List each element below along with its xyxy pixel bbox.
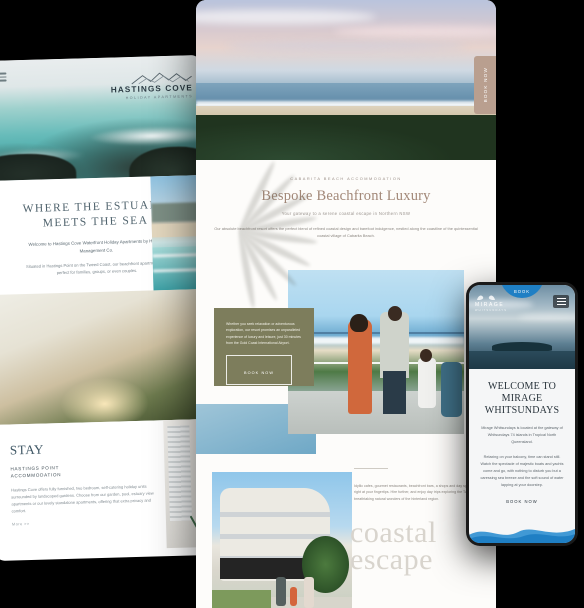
mirage-book-now-link[interactable]: BOOK NOW — [479, 499, 565, 504]
stay-body: Hastings Cove offers fully furnished, tw… — [10, 483, 154, 514]
phone-screen: MIRAGE WHITSUNDAYS BOOK WELCOME TO MIRAG… — [469, 285, 575, 543]
sun-flare — [60, 376, 150, 425]
stay-kicker-line2: ACCOMMODATION — [10, 472, 62, 479]
surf-line — [288, 337, 464, 344]
book-now-side-tab-label: BOOK NOW — [482, 67, 488, 103]
book-now-side-tab[interactable]: BOOK NOW — [474, 56, 496, 114]
person-figure — [441, 361, 463, 418]
estuary-heading-line1: WHERE THE ESTUARY — [22, 199, 168, 216]
estuary-section: WHERE THE ESTUARY MEETS THE SEA Welcome … — [0, 174, 208, 295]
balcony-rail — [288, 361, 464, 364]
olive-promo-text: Whether you seek relaxation or adventuro… — [226, 321, 301, 346]
stay-kicker-line1: HASTINGS POINT — [10, 464, 60, 472]
cabarita-hero-image: BOOK NOW — [196, 0, 496, 160]
hastings-cove-website-mockup[interactable]: HASTINGS COVE HOLIDAY APARTMENTS WHERE T… — [0, 55, 215, 561]
intro-blurb: Our absolute beachfront resort offers th… — [214, 226, 478, 239]
cloud — [334, 25, 496, 37]
coastal-escape-band: Idyllic cafes, gourmet restaurants, beac… — [196, 466, 496, 608]
estuary-body: Situated in Hastings Point on the Tweed … — [25, 260, 168, 276]
estuary-heading-line2: MEETS THE SEA — [42, 214, 149, 230]
mirage-whitsundays-phone-mockup[interactable]: MIRAGE WHITSUNDAYS BOOK WELCOME TO MIRAG… — [466, 282, 578, 546]
lawn — [212, 590, 271, 608]
person-figure — [388, 305, 403, 321]
book-now-button-label: BOOK NOW — [243, 371, 275, 376]
window-blind — [167, 425, 192, 522]
mirage-heading-line1: WELCOME TO — [487, 381, 556, 392]
intro-tagline: Your gateway to a serene coastal escape … — [281, 211, 411, 216]
stay-section: STAY HASTINGS POINT ACCOMMODATION Hastin… — [0, 418, 215, 554]
person-figure — [290, 587, 298, 607]
coastal-vegetation — [196, 115, 496, 160]
wave-graphic — [469, 519, 575, 543]
person-figure — [420, 348, 433, 362]
palm-frond-image — [0, 288, 212, 425]
hastings-cove-hero-image: HASTINGS COVE HOLIDAY APARTMENTS — [0, 55, 205, 182]
coastal-escape-paragraph: Idyllic cafes, gourmet restaurants, beac… — [354, 483, 482, 501]
person-figure — [379, 312, 410, 379]
book-now-button[interactable]: BOOK NOW — [226, 355, 292, 386]
intro-section: CABARITA BEACH ACCOMMODATION Bespoke Bea… — [196, 160, 496, 250]
hastings-cove-logo[interactable]: HASTINGS COVE HOLIDAY APARTMENTS — [110, 71, 193, 101]
book-button-label: BOOK — [513, 289, 531, 294]
person-figure — [276, 577, 287, 607]
person-figure — [418, 358, 436, 408]
olive-promo-card: Whether you seek relaxation or adventuro… — [214, 307, 314, 386]
hamburger-menu-icon[interactable] — [553, 295, 569, 308]
person-figure — [347, 319, 373, 415]
mirage-welcome-heading: WELCOME TO MIRAGE WHITSUNDAYS — [479, 381, 565, 417]
person-figure — [350, 314, 369, 333]
balcony-deck — [288, 391, 464, 434]
divider — [354, 467, 388, 469]
hamburger-menu-icon[interactable] — [0, 72, 7, 82]
feature-band: Whether you seek relaxation or adventuro… — [196, 260, 496, 454]
mirage-logo-sub: WHITSUNDAYS — [475, 309, 508, 312]
coastal-escape-line2: escape — [350, 542, 433, 576]
cloud — [226, 41, 466, 52]
cloud — [196, 9, 376, 24]
wave-foam — [88, 124, 205, 147]
intro-eyebrow: CABARITA BEACH ACCOMMODATION — [290, 176, 402, 181]
mirage-bird-icon — [477, 295, 495, 300]
person-figure — [383, 371, 406, 415]
cloud — [517, 313, 575, 321]
ocean — [469, 350, 575, 369]
mockup-showcase: HASTINGS COVE HOLIDAY APARTMENTS WHERE T… — [0, 0, 584, 608]
mirage-logo[interactable]: MIRAGE WHITSUNDAYS — [475, 293, 507, 313]
person-figure — [304, 577, 315, 608]
resort-exterior-image — [212, 471, 352, 608]
cabarita-beach-website-mockup[interactable]: BOOK NOW CABARITA BEACH ACCOMMODATION Be… — [196, 0, 496, 608]
mirage-logo-name: MIRAGE — [475, 302, 505, 308]
mountain-range-icon — [131, 72, 192, 85]
mirage-paragraph-2: Relaxing on your balcony, time can stand… — [480, 455, 564, 487]
horizon-line — [288, 332, 464, 335]
family-balcony-image — [288, 269, 464, 434]
mirage-heading-line2: MIRAGE — [501, 393, 543, 404]
mirage-heading-line3: WHITSUNDAYS — [484, 405, 560, 416]
mirage-welcome-section: WELCOME TO MIRAGE WHITSUNDAYS Mirage Whi… — [469, 369, 575, 504]
mirage-paragraph-1: Mirage Whitsundays is located at the gat… — [481, 426, 563, 444]
mirage-hero-image: MIRAGE WHITSUNDAYS BOOK — [469, 285, 575, 369]
page-title: Bespoke Beachfront Luxury — [261, 188, 431, 204]
